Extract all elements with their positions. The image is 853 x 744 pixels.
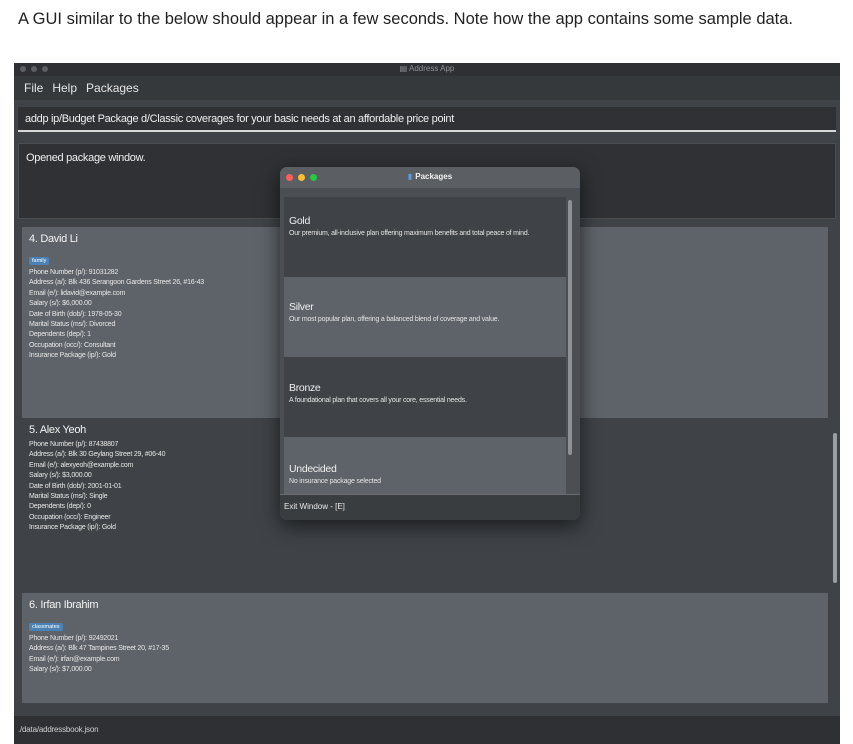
- package-item[interactable]: Gold Our premium, all-inclusive plan off…: [284, 197, 566, 277]
- menu-file[interactable]: File: [24, 81, 43, 95]
- package-name: Bronze: [289, 382, 321, 394]
- package-item[interactable]: Undecided No insurance package selected: [284, 437, 566, 495]
- exit-window-text: Exit Window - [E]: [284, 502, 345, 511]
- person-tag: classmates: [29, 623, 63, 631]
- window-title: ▤ Address App: [14, 64, 840, 73]
- exit-window-hint: Exit Window - [E]: [280, 494, 580, 520]
- package-item[interactable]: Bronze A foundational plan that covers a…: [284, 357, 566, 437]
- instruction-caption: A GUI similar to the below should appear…: [18, 10, 794, 28]
- packages-title-text: Packages: [415, 172, 453, 181]
- person-salary: Salary (s/): $7,000.00: [29, 666, 92, 674]
- menu-bar: File Help Packages: [14, 76, 840, 100]
- packages-window: ▮ Packages Gold Our premium, all-inclusiv…: [280, 167, 580, 520]
- person-list-scrollbar[interactable]: [833, 433, 837, 583]
- package-item[interactable]: Silver Our most popular plan, offering a…: [284, 277, 566, 357]
- package-name: Undecided: [289, 463, 337, 475]
- status-bar: ./data/addressbook.json: [14, 716, 840, 744]
- packages-app-icon: ▮: [407, 172, 413, 181]
- packages-title-bar: ▮ Packages: [280, 167, 580, 188]
- packages-title: ▮ Packages: [280, 172, 580, 181]
- window-title-text: Address App: [408, 64, 455, 73]
- package-name: Gold: [289, 215, 310, 227]
- save-location: ./data/addressbook.json: [18, 725, 99, 734]
- package-list: Gold Our premium, all-inclusive plan off…: [284, 197, 566, 495]
- package-list-scrollbar[interactable]: [568, 200, 572, 455]
- person-tag: family: [29, 257, 50, 265]
- person-phone: Phone Number (p/): 92492021: [29, 635, 119, 642]
- package-name: Silver: [289, 301, 314, 313]
- command-input[interactable]: addp ip/Budget Package d/Classic coverag…: [18, 107, 836, 132]
- person-name: 6. Irfan Ibrahim: [29, 599, 99, 611]
- package-description: Our premium, all-inclusive plan offering…: [289, 230, 530, 237]
- person-address: Address (a/): Blk 47 Tampines Street 20,…: [29, 645, 169, 653]
- menu-help[interactable]: Help: [52, 81, 77, 95]
- person-insurance-package: Insurance Package (ip/): Gold: [29, 524, 116, 532]
- package-description: No insurance package selected: [289, 478, 381, 485]
- person-email: Email (e/): irfan@example.com: [29, 655, 120, 663]
- main-title-bar: ▤ Address App: [14, 63, 840, 76]
- package-description: Our most popular plan, offering a balanc…: [289, 316, 500, 323]
- package-description: A foundational plan that covers all your…: [289, 397, 467, 404]
- person-card[interactable]: 6. Irfan Ibrahim classmates Phone Number…: [22, 593, 828, 703]
- menu-packages[interactable]: Packages: [86, 81, 139, 95]
- app-icon: ▤: [399, 64, 409, 73]
- result-text: Opened package window.: [26, 152, 146, 164]
